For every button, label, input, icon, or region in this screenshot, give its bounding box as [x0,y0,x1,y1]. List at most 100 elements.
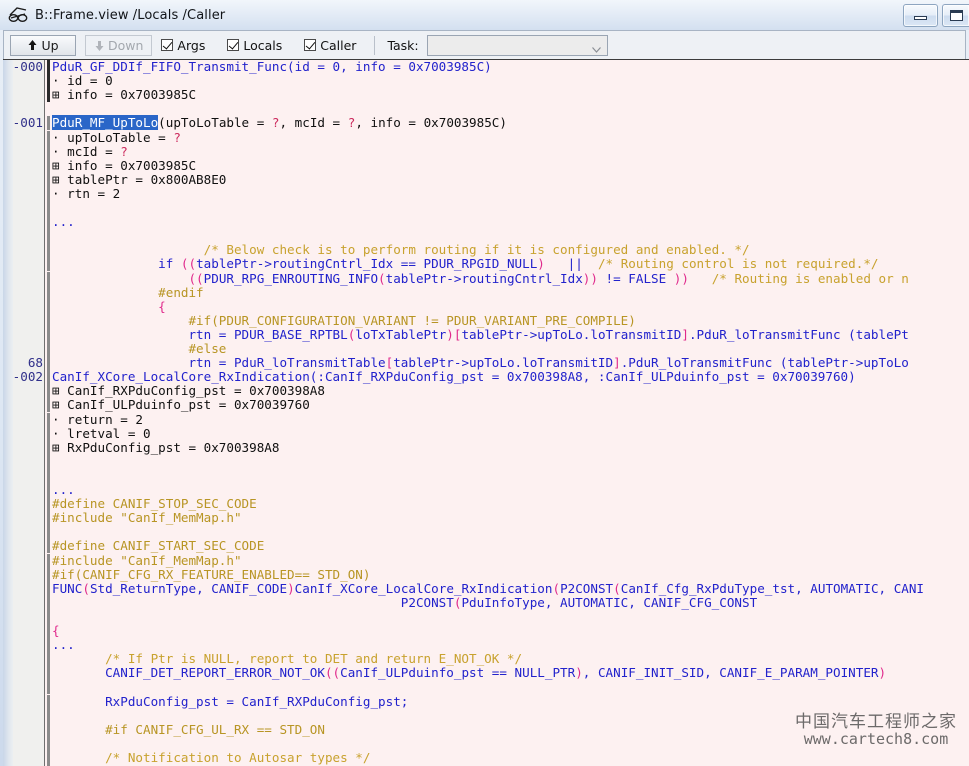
code-row[interactable]: -000PduR_GF_DDIf_FIFO_Transmit_Func(id =… [3,60,969,74]
code-row[interactable]: CANIF_DET_REPORT_ERROR_NOT_OK((CanIf_ULP… [3,666,969,680]
code-text: ... [52,638,75,652]
code-row[interactable]: /* Notification to Autosar types */ [3,751,969,765]
frame-indicator-bar [47,610,50,624]
code-row[interactable] [3,709,969,723]
code-span: · rtn = 2 [52,186,120,201]
code-row[interactable]: #if(CANIF_CFG_RX_FEATURE_ENABLED== STD_O… [3,568,969,582]
code-row[interactable]: /* Below check is to perform routing if … [3,243,969,257]
code-row[interactable] [3,680,969,694]
code-row[interactable]: rtn = PDUR_BASE_RPTBL(loTxTablePtr)[tabl… [3,328,969,342]
args-checkbox[interactable] [161,39,173,51]
code-row[interactable] [3,201,969,215]
frame-indicator-bar [47,624,50,638]
code-row[interactable] [3,229,969,243]
code-row[interactable]: · mcId = ? [3,145,969,159]
code-row[interactable]: · lretval = 0 [3,427,969,441]
code-row[interactable]: ⊞ info = 0x7003985C [3,88,969,102]
frame-indicator-bar [47,272,50,286]
code-text: PduR_MF_UpToLo(upToLoTable = ?, mcId = ?… [52,116,507,130]
code-row[interactable]: ⊞ info = 0x7003985C [3,159,969,173]
code-text: /* Notification to Autosar types */ [52,751,370,765]
code-span: ... [52,214,75,229]
down-button[interactable]: Down [85,35,152,56]
minimize-button[interactable] [903,4,938,27]
code-row[interactable]: · id = 0 [3,74,969,88]
code-row[interactable]: ⊞ CanIf_ULPduinfo_pst = 0x70039760 [3,398,969,412]
code-span: (( [325,665,340,680]
code-row[interactable]: ... [3,215,969,229]
locals-checkbox[interactable] [227,39,239,51]
code-span: PDUR_RPG_ENROUTING_INFO [204,271,378,286]
checkbox-caller[interactable]: Caller [304,38,356,53]
code-row[interactable]: · rtn = 2 [3,187,969,201]
code-row[interactable]: if ((tablePtr->routingCntrl_Idx == PDUR_… [3,257,969,271]
code-span: tablePtr->upToLo.loTransmitID [461,327,681,342]
line-number: -002 [3,370,43,384]
code-row[interactable]: ⊞ RxPduConfig_pst = 0x700398A8 [3,441,969,455]
code-row[interactable]: #include "CanIf_MemMap.h" [3,511,969,525]
code-span: ⊞ info = 0x7003985C [52,158,196,173]
caller-checkbox[interactable] [304,39,316,51]
code-row[interactable]: #define CANIF_START_SEC_CODE [3,539,969,553]
code-span: , CANIF_INIT_SID, CANIF_E_PARAM_POINTER [583,665,879,680]
code-text: ((PDUR_RPG_ENROUTING_INFO(tablePtr->rout… [52,272,909,286]
code-span: · id = 0 [52,73,113,88]
up-button[interactable]: Up [10,35,76,56]
code-row[interactable]: ... [3,638,969,652]
code-row[interactable]: #endif [3,286,969,300]
code-row[interactable] [3,525,969,539]
checkbox-args[interactable]: Args [161,38,205,53]
code-row[interactable]: RxPduConfig_pst = CanIf_RXPduConfig_pst; [3,695,969,709]
code-text: #endif [52,286,204,300]
code-row[interactable]: ((PDUR_RPG_ENROUTING_INFO(tablePtr->rout… [3,272,969,286]
code-row[interactable]: #if(PDUR_CONFIGURATION_VARIANT != PDUR_V… [3,314,969,328]
code-text: RxPduConfig_pst = CanIf_RXPduConfig_pst; [52,695,408,709]
code-row[interactable] [3,102,969,116]
code-row[interactable]: #include "CanIf_MemMap.h" [3,554,969,568]
code-row[interactable]: ... [3,483,969,497]
code-span: CanIf_Cfg_RxPduType_tst, AUTOMATIC, CANI [621,581,924,596]
code-span: CANIF_DET_REPORT_ERROR_NOT_OK [52,665,325,680]
checkbox-locals[interactable]: Locals [227,38,282,53]
code-text: ⊞ RxPduConfig_pst = 0x700398A8 [52,441,279,455]
code-row[interactable]: · upToLoTable = ? [3,131,969,145]
frame-indicator-bar [47,201,50,215]
maximize-button[interactable] [942,4,969,27]
code-row[interactable] [3,455,969,469]
code-row[interactable]: #if CANIF_CFG_UL_RX == STD_ON [3,723,969,737]
frame-indicator-bar [47,652,50,666]
code-row[interactable]: -002CanIf_XCore_LocalCore_RxIndication(:… [3,370,969,384]
task-combobox[interactable] [427,35,608,56]
code-text: ... [52,215,75,229]
code-row[interactable]: #define CANIF_STOP_SEC_CODE [3,497,969,511]
code-span: ⊞ info = 0x7003985C [52,87,196,102]
frame-code-area[interactable]: -000PduR_GF_DDIf_FIFO_Transmit_Func(id =… [3,59,969,766]
code-row[interactable]: { [3,300,969,314]
code-text: #if(CANIF_CFG_RX_FEATURE_ENABLED== STD_O… [52,568,370,582]
code-row[interactable]: · return = 2 [3,413,969,427]
code-span: ( [552,581,560,596]
frame-indicator-bar [47,568,50,582]
code-row[interactable]: #else [3,342,969,356]
code-row[interactable]: P2CONST(PduInfoType, AUTOMATIC, CANIF_CF… [3,596,969,610]
frame-indicator-bar [47,666,50,680]
frame-indicator-bar [47,441,50,455]
code-row[interactable]: 68 rtn = PduR_loTransmitTable[tablePtr->… [3,356,969,370]
code-span: FUNC [52,581,82,596]
frame-indicator-bar [47,680,50,694]
frame-indicator-bar [47,737,50,751]
code-row[interactable]: FUNC(Std_ReturnType, CANIF_CODE)CanIf_XC… [3,582,969,596]
code-row[interactable]: /* If Ptr is NULL, report to DET and ret… [3,652,969,666]
code-row[interactable] [3,737,969,751]
code-text: #if CANIF_CFG_UL_RX == STD_ON [52,723,325,737]
code-row[interactable]: { [3,624,969,638]
code-text: · id = 0 [52,74,113,88]
frame-indicator-bar [47,596,50,610]
code-row[interactable] [3,610,969,624]
code-row[interactable]: ⊞ tablePtr = 0x800AB8E0 [3,173,969,187]
frame-indicator-bar [47,582,50,596]
code-row[interactable]: -001PduR_MF_UpToLo(upToLoTable = ?, mcId… [3,116,969,130]
code-row[interactable] [3,469,969,483]
code-row[interactable]: ⊞ CanIf_RXPduConfig_pst = 0x700398A8 [3,384,969,398]
code-span: /* Routing is enabled or n [712,271,909,286]
